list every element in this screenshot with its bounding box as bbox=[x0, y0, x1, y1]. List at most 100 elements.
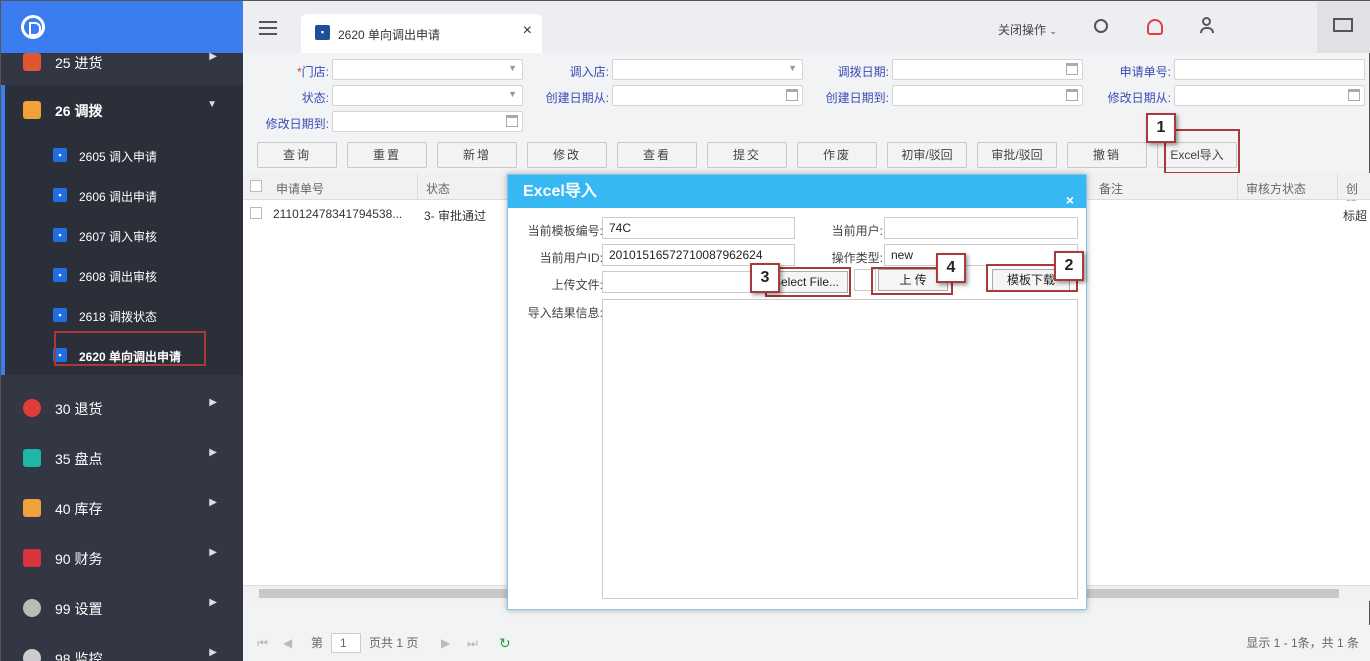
modify-to-input[interactable] bbox=[332, 111, 523, 132]
calendar-icon[interactable] bbox=[1066, 63, 1078, 75]
next-page-icon[interactable]: ▶ bbox=[441, 625, 450, 661]
in-store-label: 调入店: bbox=[569, 65, 609, 79]
row-checkbox[interactable] bbox=[250, 207, 262, 219]
col-apply-no[interactable]: 申请单号 bbox=[276, 180, 324, 197]
monitor-user-icon bbox=[23, 649, 41, 661]
result-textarea[interactable] bbox=[602, 299, 1078, 599]
query-button[interactable]: 查询 bbox=[257, 142, 337, 168]
page-input[interactable]: 1 bbox=[331, 633, 361, 653]
sidebar-item-2618[interactable]: ▪ 2618 调拨状态 bbox=[1, 295, 243, 335]
sidebar-item-2608[interactable]: ▪ 2608 调出审核 bbox=[1, 255, 243, 295]
result-label: 导入结果信息: bbox=[527, 306, 603, 320]
add-button[interactable]: 新增 bbox=[437, 142, 517, 168]
menu-25-purchase[interactable]: 25 进货 ▶ bbox=[1, 37, 243, 87]
last-page-icon[interactable]: ⏭ bbox=[467, 625, 478, 661]
transfer-date-input[interactable] bbox=[892, 59, 1083, 80]
calendar-icon[interactable] bbox=[786, 89, 798, 101]
upload-file-field[interactable] bbox=[602, 271, 752, 293]
chevron-right-icon: ▶ bbox=[209, 647, 217, 658]
prev-page-icon[interactable]: ◀ bbox=[283, 625, 292, 661]
cart-icon: ▪ bbox=[53, 268, 67, 282]
current-user-field[interactable] bbox=[884, 217, 1078, 239]
store-select[interactable]: ▼ bbox=[332, 59, 523, 80]
apply-no-input[interactable] bbox=[1174, 59, 1365, 80]
current-user-label: 当前用户: bbox=[831, 224, 883, 238]
sidebar-item-2606[interactable]: ▪ 2606 调出申请 bbox=[1, 175, 243, 215]
cart-icon: ▪ bbox=[53, 148, 67, 162]
template-no-field[interactable]: 74C bbox=[602, 217, 795, 239]
approve-button[interactable]: 审批/驳回 bbox=[977, 142, 1057, 168]
first-page-icon[interactable]: ⏮ bbox=[257, 625, 268, 661]
col-status[interactable]: 状态 bbox=[426, 180, 450, 197]
menu-90-finance[interactable]: 90 财务 ▶ bbox=[1, 533, 243, 583]
gear-icon bbox=[23, 599, 41, 617]
chevron-right-icon: ▶ bbox=[209, 447, 217, 458]
col-divider bbox=[1337, 173, 1338, 200]
user-icon[interactable] bbox=[1200, 17, 1214, 35]
create-from-input[interactable] bbox=[612, 85, 803, 106]
sidebar-item-2605[interactable]: ▪ 2605 调入申请 bbox=[1, 135, 243, 175]
dialog-close-icon[interactable]: × bbox=[1066, 184, 1074, 217]
clipboard-icon bbox=[23, 449, 41, 467]
cart-icon: ▪ bbox=[53, 308, 67, 322]
refresh-icon[interactable]: ↻ bbox=[499, 625, 511, 661]
close-tab-icon[interactable]: × bbox=[523, 22, 532, 40]
store-icon bbox=[23, 499, 41, 517]
cell-create: 标超 bbox=[1343, 209, 1368, 223]
menu-35-inventory-count[interactable]: 35 盘点 ▶ bbox=[1, 433, 243, 483]
menu-98-monitor[interactable]: 98 监控 ▶ bbox=[1, 633, 243, 661]
menu-99-settings[interactable]: 99 设置 ▶ bbox=[1, 583, 243, 633]
revoke-button[interactable]: 撤销 bbox=[1067, 142, 1147, 168]
sidebar: 25 进货 ▶ 26 调拨 ▼ ▪ 2605 调入申请 ▪ 2606 调出申请 ▪ 2… bbox=[1, 1, 243, 661]
hamburger-icon[interactable] bbox=[259, 21, 277, 35]
user-id-label: 当前用户ID: bbox=[539, 251, 603, 265]
void-button[interactable]: 作废 bbox=[797, 142, 877, 168]
dropdown-icon: ▼ bbox=[508, 63, 517, 73]
page-suffix: 页共 1 页 bbox=[369, 636, 419, 650]
col-divider bbox=[1237, 173, 1238, 200]
pager-summary: 显示 1 - 1条，共 1 条 bbox=[1246, 636, 1359, 650]
modify-from-label: 修改日期从: bbox=[1107, 91, 1171, 105]
excel-import-dialog: Excel导入 × 当前模板编号: 74C 当前用户: 当前用户ID: 20101… bbox=[507, 174, 1087, 610]
submit-button[interactable]: 提交 bbox=[707, 142, 787, 168]
col-audit-status[interactable]: 审核方状态 bbox=[1246, 180, 1306, 197]
menu-26-transfer[interactable]: 26 调拨 ▼ bbox=[1, 85, 243, 135]
callout-1: 1 bbox=[1146, 113, 1176, 143]
calendar-icon[interactable] bbox=[1066, 89, 1078, 101]
page-prefix: 第 bbox=[311, 636, 324, 650]
store-label: *门店: bbox=[296, 65, 329, 79]
view-button[interactable]: 查看 bbox=[617, 142, 697, 168]
cell-apply-no: 211012478341794538... bbox=[273, 207, 403, 221]
search-icon[interactable] bbox=[1094, 19, 1108, 33]
dropdown-icon: ▼ bbox=[508, 89, 517, 99]
modify-from-input[interactable] bbox=[1174, 85, 1365, 106]
chevron-right-icon: ▶ bbox=[209, 497, 217, 508]
cart-icon: ▪ bbox=[53, 228, 67, 242]
create-to-input[interactable] bbox=[892, 85, 1083, 106]
status-select[interactable]: ▼ bbox=[332, 85, 523, 106]
screen-toggle[interactable] bbox=[1317, 1, 1370, 53]
status-label: 状态: bbox=[301, 91, 329, 105]
sidebar-item-2607[interactable]: ▪ 2607 调入审核 bbox=[1, 215, 243, 255]
in-store-select[interactable]: ▼ bbox=[612, 59, 803, 80]
first-review-button[interactable]: 初审/驳回 bbox=[887, 142, 967, 168]
apply-no-label: 申请单号: bbox=[1119, 65, 1171, 79]
warehouse-icon bbox=[23, 101, 41, 119]
op-type-field[interactable]: new bbox=[884, 244, 1078, 266]
select-all-checkbox[interactable] bbox=[250, 180, 262, 192]
tab-2620[interactable]: ▪ 2620 单向调出申请 × bbox=[301, 14, 542, 53]
chevron-right-icon: ▶ bbox=[209, 397, 217, 408]
callout-3: 3 bbox=[750, 263, 780, 293]
reset-button[interactable]: 重置 bbox=[347, 142, 427, 168]
menu-30-return[interactable]: 30 退货 ▶ bbox=[1, 383, 243, 433]
col-remark[interactable]: 备注 bbox=[1099, 180, 1123, 197]
template-no-label: 当前模板编号: bbox=[527, 224, 603, 238]
edit-button[interactable]: 修改 bbox=[527, 142, 607, 168]
bell-icon[interactable] bbox=[1147, 19, 1163, 35]
calendar-icon[interactable] bbox=[506, 115, 518, 127]
calendar-icon[interactable] bbox=[1348, 89, 1360, 101]
close-ops-dropdown[interactable]: 关闭操作 ⌄ bbox=[998, 21, 1057, 38]
logo-icon bbox=[21, 15, 45, 39]
menu-40-stock[interactable]: 40 库存 ▶ bbox=[1, 483, 243, 533]
cart-icon: ▪ bbox=[315, 25, 330, 40]
